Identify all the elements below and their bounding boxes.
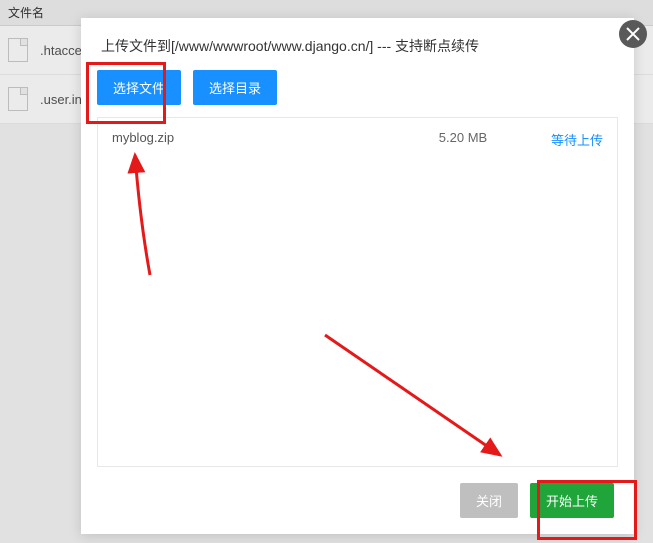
close-icon[interactable]: [619, 20, 647, 48]
upload-file-status: 等待上传: [523, 130, 603, 149]
upload-dialog: 上传文件到[/www/wwwroot/www.django.cn/] --- 支…: [81, 18, 634, 534]
upload-file-size: 5.20 MB: [403, 130, 523, 149]
select-dir-button[interactable]: 选择目录: [193, 70, 277, 105]
dialog-footer: 关闭 开始上传: [81, 467, 634, 534]
close-button[interactable]: 关闭: [460, 483, 518, 518]
upload-file-row: myblog.zip 5.20 MB 等待上传: [98, 118, 617, 161]
upload-file-name: myblog.zip: [112, 130, 403, 149]
start-upload-button[interactable]: 开始上传: [530, 483, 614, 518]
dialog-toolbar: 选择文件 选择目录: [81, 70, 634, 117]
dialog-title: 上传文件到[/www/wwwroot/www.django.cn/] --- 支…: [81, 18, 634, 70]
upload-file-list: myblog.zip 5.20 MB 等待上传: [97, 117, 618, 467]
select-file-button[interactable]: 选择文件: [97, 70, 181, 105]
